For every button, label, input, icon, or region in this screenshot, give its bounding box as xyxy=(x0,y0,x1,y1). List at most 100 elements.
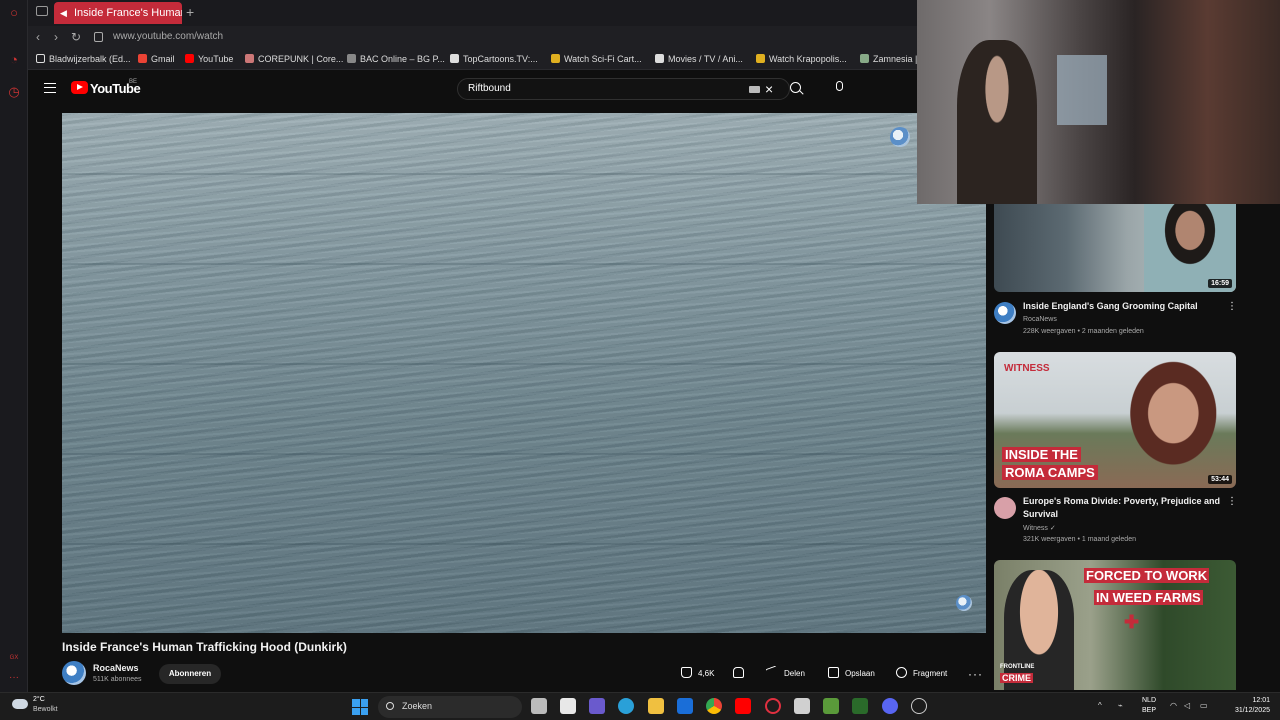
bookmark-item[interactable]: Zamnesia | xyxy=(860,54,917,64)
temperature[interactable]: 2°C xyxy=(33,696,45,703)
search-query: Riftbound xyxy=(468,83,511,94)
history-icon[interactable]: ◷ xyxy=(6,84,22,100)
settings-icon[interactable] xyxy=(911,698,927,714)
clip-label: Fragment xyxy=(913,669,948,678)
webcam-overlay xyxy=(917,0,1280,204)
edge-icon[interactable] xyxy=(618,698,634,714)
close-icon[interactable]: × xyxy=(765,81,773,97)
discord-icon[interactable] xyxy=(882,698,898,714)
search-icon[interactable] xyxy=(788,80,806,98)
recommendation-title[interactable]: Inside England's Gang Grooming Capital xyxy=(1023,300,1223,313)
avatar[interactable] xyxy=(994,497,1016,519)
lock-icon xyxy=(94,32,103,42)
like-button[interactable]: 4,6K xyxy=(681,664,714,684)
video-player[interactable] xyxy=(62,113,986,633)
thumbnail[interactable]: 16:59 xyxy=(994,204,1236,292)
bookmark-item[interactable]: Watch Krapopolis... xyxy=(756,54,847,64)
avatar[interactable] xyxy=(62,661,86,685)
battery-icon[interactable]: ▭ xyxy=(1200,701,1208,710)
more-icon[interactable]: ··· xyxy=(6,670,22,686)
zamnesia-icon xyxy=(860,54,869,63)
url-field[interactable]: www.youtube.com/watch xyxy=(113,31,223,42)
task-view-icon[interactable] xyxy=(531,698,547,714)
bookmark-item[interactable]: YouTube xyxy=(185,54,233,64)
clip-button[interactable]: Fragment xyxy=(896,664,947,684)
forward-icon[interactable]: › xyxy=(54,30,58,44)
weather-condition[interactable]: Bewolkt xyxy=(33,706,58,713)
folder-icon xyxy=(36,54,45,63)
bookmark-item[interactable]: COREPUNK | Core... xyxy=(245,54,343,64)
back-icon[interactable]: ‹ xyxy=(36,30,40,44)
language-indicator[interactable]: NLD BEP xyxy=(1142,696,1156,716)
teams-icon[interactable] xyxy=(589,698,605,714)
bag-icon[interactable]: ◔ xyxy=(6,52,22,68)
keyboard-icon[interactable] xyxy=(749,86,760,93)
corepunk-icon xyxy=(245,54,254,63)
recommendation-card[interactable]: 16:59 Inside England's Gang Grooming Cap… xyxy=(994,204,1237,340)
microphone-icon[interactable] xyxy=(836,81,843,91)
windows-taskbar: 2°C Bewolkt Zoeken ^ ⌁ NLD BEP ◠ ◁ ▭ 12:0… xyxy=(0,692,1280,720)
recommendation-card[interactable]: FORCED TO WORK IN WEED FARMS ✚ FRONTLINE… xyxy=(994,560,1236,690)
active-tab[interactable]: ◀ Inside France's Human xyxy=(54,2,182,24)
dislike-button[interactable] xyxy=(733,664,750,684)
reload-icon[interactable]: ↻ xyxy=(71,30,81,44)
thumbnail-headline: ROMA CAMPS xyxy=(1002,465,1098,480)
taskbar-search[interactable]: Zoeken xyxy=(378,696,522,718)
store-icon[interactable] xyxy=(560,698,576,714)
bookmark-label: Gmail xyxy=(151,54,175,64)
gmail-icon xyxy=(138,54,147,63)
bookmark-item[interactable]: BAC Online – BG P... xyxy=(347,54,445,64)
share-button[interactable]: Delen xyxy=(765,664,805,684)
chevron-up-icon[interactable]: ^ xyxy=(1098,701,1102,710)
youtube-logo-icon[interactable] xyxy=(71,81,88,94)
bookmark-item[interactable]: Gmail xyxy=(138,54,175,64)
app-icon[interactable] xyxy=(852,698,868,714)
channel-name[interactable]: RocaNews xyxy=(93,663,139,673)
recommendation-title[interactable]: Europe's Roma Divide: Poverty, Prejudice… xyxy=(1023,495,1223,521)
search-input[interactable]: Riftbound × xyxy=(457,78,790,100)
recommendation-channel[interactable]: Witness ✓ xyxy=(1023,524,1056,532)
opera-icon[interactable] xyxy=(765,698,781,714)
thumbnail[interactable]: FORCED TO WORK IN WEED FARMS ✚ FRONTLINE… xyxy=(994,560,1236,690)
bookmark-item[interactable]: Movies / TV / Ani... xyxy=(655,54,743,64)
chrome-icon[interactable] xyxy=(706,698,722,714)
video-title: Inside France's Human Trafficking Hood (… xyxy=(62,640,347,654)
bookmark-item[interactable]: Bladwijzerbalk (Ed... xyxy=(36,54,131,64)
duration-badge: 53:44 xyxy=(1208,475,1232,484)
wifi-icon[interactable]: ◠ xyxy=(1170,701,1177,710)
duration-badge: 16:59 xyxy=(1208,279,1232,288)
avatar[interactable] xyxy=(994,302,1016,324)
tab-menu-icon[interactable] xyxy=(36,6,48,16)
bookmark-label: YouTube xyxy=(198,54,234,64)
recommendation-card[interactable]: WITNESS INSIDE THE ROMA CAMPS 53:44 Euro… xyxy=(994,352,1237,548)
windows-start-icon[interactable] xyxy=(352,699,368,715)
new-tab-button[interactable]: + xyxy=(186,4,194,20)
channel-watermark-icon[interactable] xyxy=(890,127,910,147)
cloud-icon[interactable] xyxy=(12,699,28,709)
gx-label[interactable]: GX xyxy=(6,650,22,666)
network-icon[interactable]: ⌁ xyxy=(1118,701,1123,710)
opera-logo-icon[interactable]: ○ xyxy=(6,5,22,21)
streamer-image xyxy=(957,40,1037,204)
outlook-icon[interactable] xyxy=(677,698,693,714)
menu-icon[interactable] xyxy=(44,83,56,93)
more-options-icon[interactable]: ⋮ xyxy=(1227,301,1237,312)
save-button[interactable]: Opslaan xyxy=(828,664,875,684)
game-icon[interactable] xyxy=(823,698,839,714)
more-actions-icon[interactable]: ··· xyxy=(968,664,983,684)
channel-watermark-icon[interactable] xyxy=(956,595,972,611)
thumbnail[interactable]: WITNESS INSIDE THE ROMA CAMPS 53:44 xyxy=(994,352,1236,488)
youtube-icon[interactable] xyxy=(735,698,751,714)
bookmark-item[interactable]: TopCartoons.TV:... xyxy=(450,54,538,64)
recommendation-channel[interactable]: RocaNews xyxy=(1023,316,1057,323)
bookmark-item[interactable]: Watch Sci-Fi Cart... xyxy=(551,54,642,64)
more-options-icon[interactable]: ⋮ xyxy=(1227,496,1237,507)
flag-icon: ✚ xyxy=(1124,612,1140,632)
clock[interactable]: 12:01 31/12/2025 xyxy=(1226,696,1270,716)
calculator-icon[interactable] xyxy=(794,698,810,714)
volume-icon[interactable]: ◁ xyxy=(1184,701,1190,710)
scifi-icon xyxy=(551,54,560,63)
file-explorer-icon[interactable] xyxy=(648,698,664,714)
youtube-icon xyxy=(185,54,194,63)
subscribe-button[interactable]: Abonneren xyxy=(159,664,221,684)
